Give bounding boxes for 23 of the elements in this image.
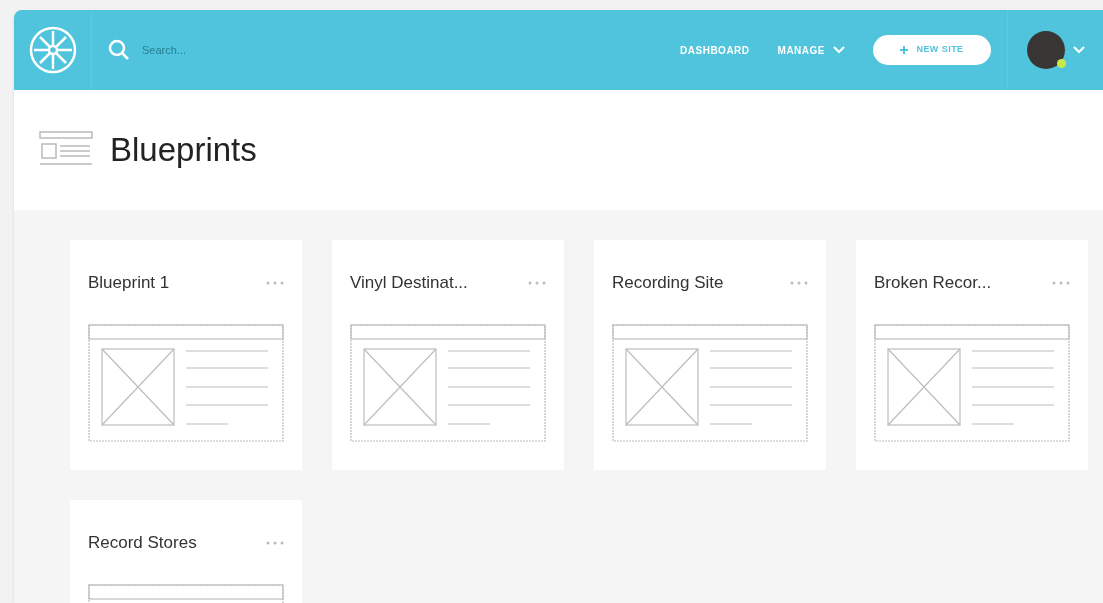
search-field[interactable]: Search... (142, 41, 342, 59)
card-title: Broken Recor... (874, 272, 992, 294)
more-icon[interactable] (266, 280, 284, 285)
card-title: Recording Site (612, 272, 724, 294)
card-title: Blueprint 1 (88, 272, 170, 294)
caret-icon (833, 46, 845, 54)
card-title: Vinyl Destinat... (350, 272, 468, 294)
more-icon[interactable] (1052, 280, 1070, 285)
card-title: Record Stores (88, 532, 197, 554)
blueprint-card[interactable]: Blueprint 1 (70, 240, 302, 470)
more-icon[interactable] (790, 280, 808, 285)
blueprint-card[interactable]: Broken Recor... (856, 240, 1088, 470)
more-icon[interactable] (528, 280, 546, 285)
caret-icon[interactable] (1072, 46, 1085, 54)
blueprint-card[interactable]: Recording Site (594, 240, 826, 470)
logo-icon[interactable] (27, 25, 78, 75)
page-title: Blueprints (110, 130, 257, 171)
blueprint-card[interactable]: Record Stores (70, 500, 302, 603)
plus-icon (900, 46, 909, 54)
blueprint-card[interactable]: Vinyl Destinat... (332, 240, 564, 470)
search-icon (108, 39, 130, 61)
more-icon[interactable] (266, 540, 284, 545)
user-avatar[interactable] (1026, 31, 1065, 69)
